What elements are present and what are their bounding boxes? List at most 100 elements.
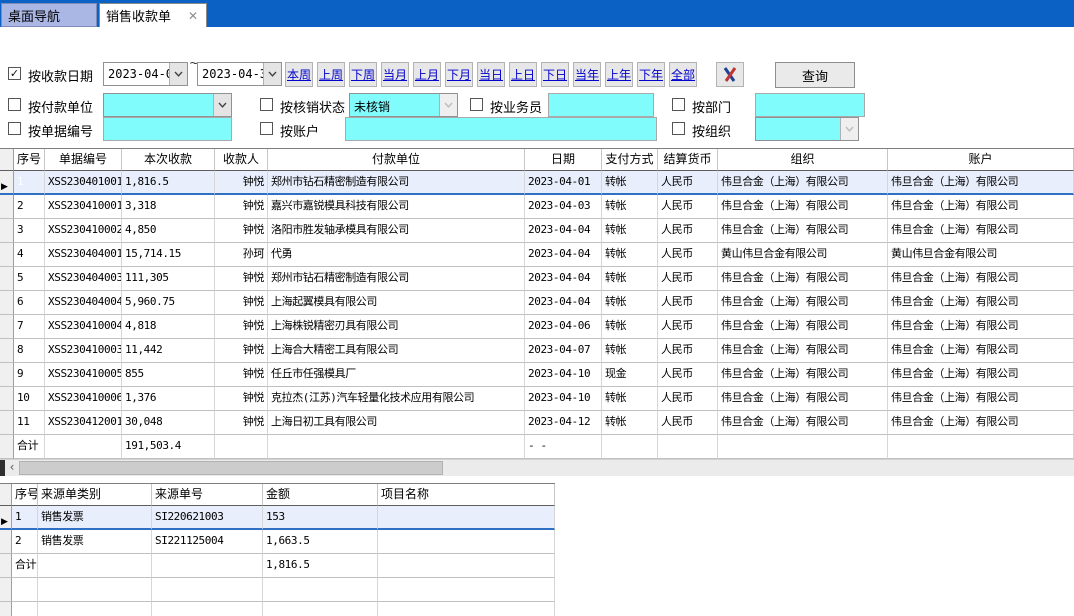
table-cell[interactable]: 郑州市钻石精密制造有限公司 [268, 267, 525, 291]
table-cell[interactable]: 上海株锐精密刃具有限公司 [268, 315, 525, 339]
table-cell[interactable]: 人民币 [658, 267, 718, 291]
table-cell[interactable] [378, 554, 555, 578]
table-cell[interactable] [38, 602, 152, 616]
table-cell[interactable]: 伟旦合金（上海）有限公司 [888, 363, 1074, 387]
table-cell[interactable]: 孙珂 [215, 243, 268, 267]
table-cell[interactable]: 2023-04-04 [525, 267, 602, 291]
table-cell[interactable]: 任丘市任强模具厂 [268, 363, 525, 387]
column-header[interactable]: 项目名称 [378, 484, 555, 506]
table-cell[interactable]: XSS230410002 [45, 219, 122, 243]
table-cell[interactable]: 人民币 [658, 171, 718, 195]
table-cell[interactable]: 2023-04-07 [525, 339, 602, 363]
table-cell[interactable]: 5 [14, 267, 45, 291]
salesman-input[interactable] [548, 93, 654, 117]
table-cell[interactable] [378, 602, 555, 616]
table-cell[interactable]: SI220621003 [152, 506, 263, 530]
table-cell[interactable]: 伟旦合金（上海）有限公司 [718, 339, 888, 363]
table-cell[interactable]: 2023-04-12 [525, 411, 602, 435]
table-cell[interactable] [888, 435, 1074, 459]
table-cell[interactable]: XSS230410004 [45, 315, 122, 339]
table-cell[interactable]: 伟旦合金（上海）有限公司 [888, 171, 1074, 195]
query-button[interactable]: 查询 [775, 62, 855, 88]
by-account-checkbox[interactable] [260, 122, 273, 135]
chevron-down-icon[interactable] [213, 94, 231, 116]
quick-range-button[interactable]: 全部 [669, 62, 697, 87]
clear-filter-button[interactable] [716, 62, 744, 87]
table-cell[interactable]: 伟旦合金（上海）有限公司 [718, 411, 888, 435]
writeoff-status-combo[interactable]: 未核销 [349, 93, 458, 117]
by-doc-no-checkbox[interactable] [8, 122, 21, 135]
table-cell[interactable]: 伟旦合金（上海）有限公司 [718, 171, 888, 195]
table-cell[interactable]: 伟旦合金（上海）有限公司 [888, 411, 1074, 435]
table-cell[interactable]: 转帐 [602, 339, 658, 363]
by-department-checkbox[interactable] [672, 98, 685, 111]
table-row[interactable] [0, 602, 555, 616]
table-cell[interactable]: 人民币 [658, 363, 718, 387]
table-cell[interactable]: XSS230410001 [45, 195, 122, 219]
table-cell[interactable]: 5,960.75 [122, 291, 215, 315]
table-cell[interactable]: 1,816.5 [263, 554, 378, 578]
table-row[interactable]: 3XSS2304100024,850钟悦洛阳市胜发轴承模具有限公司2023-04… [0, 219, 1074, 243]
table-cell[interactable]: 1 [14, 171, 45, 195]
table-cell[interactable]: 111,305 [122, 267, 215, 291]
table-cell[interactable]: 人民币 [658, 291, 718, 315]
date-from-combo[interactable]: 2023-04-01 [103, 62, 188, 86]
table-cell[interactable]: 153 [263, 506, 378, 530]
table-cell[interactable] [152, 554, 263, 578]
column-header[interactable]: 收款人 [215, 149, 268, 171]
tab-sales-receipt[interactable]: 销售收款单 ✕ [99, 3, 207, 27]
table-cell[interactable]: 2023-04-04 [525, 291, 602, 315]
table-cell[interactable] [152, 578, 263, 602]
table-row[interactable]: 合计191,503.4- - [0, 435, 1074, 459]
table-cell[interactable]: SI221125004 [152, 530, 263, 554]
table-cell[interactable]: 伟旦合金（上海）有限公司 [888, 315, 1074, 339]
table-cell[interactable]: 1,663.5 [263, 530, 378, 554]
quick-range-button[interactable]: 上月 [413, 62, 441, 87]
date-to-combo[interactable]: 2023-04-30 [197, 62, 282, 86]
quick-range-button[interactable]: 上日 [509, 62, 537, 87]
table-cell[interactable]: XSS230401001 [45, 171, 122, 195]
table-row[interactable]: 4XSS23040400115,714.15孙珂代勇2023-04-04转帐人民… [0, 243, 1074, 267]
table-cell[interactable]: 伟旦合金（上海）有限公司 [718, 387, 888, 411]
table-cell[interactable]: 2023-04-03 [525, 195, 602, 219]
scroll-left-icon[interactable]: ‹ [5, 460, 19, 476]
table-row[interactable]: 合计1,816.5 [0, 554, 555, 578]
table-row[interactable]: 10XSS2304100061,376钟悦克拉杰(江苏)汽车轻量化技术应用有限公… [0, 387, 1074, 411]
table-cell[interactable]: 10 [14, 387, 45, 411]
table-cell[interactable]: 11 [14, 411, 45, 435]
table-cell[interactable]: XSS230404004 [45, 291, 122, 315]
column-header[interactable]: 来源单类别 [38, 484, 152, 506]
table-cell[interactable]: 人民币 [658, 243, 718, 267]
column-header[interactable]: 本次收款 [122, 149, 215, 171]
quick-range-button[interactable]: 当月 [381, 62, 409, 87]
table-cell[interactable]: 钟悦 [215, 363, 268, 387]
quick-range-button[interactable]: 当日 [477, 62, 505, 87]
table-cell[interactable]: 销售发票 [38, 506, 152, 530]
table-cell[interactable]: 嘉兴市嘉锐模具科技有限公司 [268, 195, 525, 219]
column-header[interactable]: 序号 [14, 149, 45, 171]
table-cell[interactable]: 伟旦合金（上海）有限公司 [718, 267, 888, 291]
table-cell[interactable]: 伟旦合金（上海）有限公司 [718, 363, 888, 387]
column-header[interactable]: 单据编号 [45, 149, 122, 171]
table-cell[interactable]: 销售发票 [38, 530, 152, 554]
table-cell[interactable]: 191,503.4 [122, 435, 215, 459]
quick-range-button[interactable]: 上年 [605, 62, 633, 87]
table-cell[interactable]: 洛阳市胜发轴承模具有限公司 [268, 219, 525, 243]
table-cell[interactable]: 转帐 [602, 243, 658, 267]
table-cell[interactable]: 4,850 [122, 219, 215, 243]
column-header[interactable]: 金额 [263, 484, 378, 506]
table-cell[interactable]: 转帐 [602, 387, 658, 411]
table-cell[interactable]: 人民币 [658, 219, 718, 243]
horizontal-scrollbar[interactable]: ‹ [0, 459, 1074, 476]
column-header[interactable]: 结算货币 [658, 149, 718, 171]
table-cell[interactable]: 伟旦合金（上海）有限公司 [888, 219, 1074, 243]
table-cell[interactable] [263, 578, 378, 602]
table-cell[interactable] [602, 435, 658, 459]
table-cell[interactable]: 钟悦 [215, 267, 268, 291]
table-cell[interactable] [378, 530, 555, 554]
table-cell[interactable] [12, 602, 38, 616]
account-input[interactable] [345, 117, 657, 141]
by-org-checkbox[interactable] [672, 122, 685, 135]
table-cell[interactable] [12, 578, 38, 602]
table-cell[interactable]: XSS230410003 [45, 339, 122, 363]
